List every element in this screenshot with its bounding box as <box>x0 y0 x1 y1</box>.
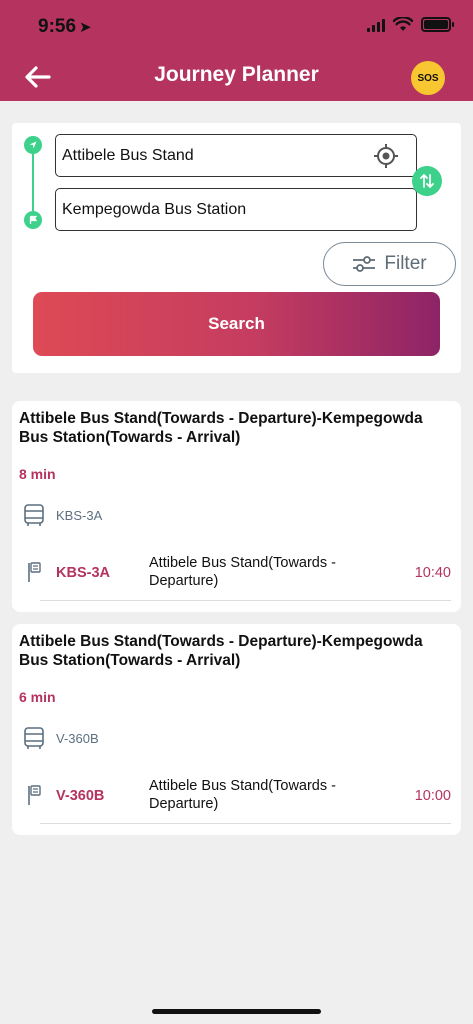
route-number-label: V-360B <box>56 731 99 746</box>
cellular-signal-icon <box>367 18 385 32</box>
search-button[interactable]: Search <box>33 292 440 356</box>
row-divider <box>40 600 451 601</box>
sliders-icon <box>353 256 376 272</box>
sos-button[interactable]: SOS <box>411 61 445 95</box>
journey-result-card[interactable]: Attibele Bus Stand(Towards - Departure)-… <box>12 401 461 612</box>
filter-button[interactable]: Filter <box>323 242 456 286</box>
wifi-icon <box>393 17 413 31</box>
swap-locations-button[interactable] <box>412 166 442 196</box>
swap-arrows-icon <box>420 174 434 188</box>
current-location-icon[interactable] <box>374 144 398 168</box>
destination-input-value: Kempegowda Bus Station <box>62 200 247 218</box>
row-divider <box>40 823 451 824</box>
boarding-stop: Attibele Bus Stand(Towards - Departure) <box>149 555 336 589</box>
origin-marker-icon <box>24 136 42 154</box>
bus-icon <box>24 504 44 526</box>
journey-result-card[interactable]: Attibele Bus Stand(Towards - Departure)-… <box>12 624 461 835</box>
bus-stop-icon <box>28 785 41 805</box>
origin-input-value: Attibele Bus Stand <box>62 146 194 164</box>
route-number: V-360B <box>56 788 105 804</box>
route-number: KBS-3A <box>56 565 110 581</box>
bus-stop-icon <box>28 562 41 582</box>
journey-title: Attibele Bus Stand(Towards - Departure)-… <box>19 633 423 669</box>
home-indicator[interactable] <box>152 1009 321 1014</box>
destination-input[interactable]: Kempegowda Bus Station <box>55 188 417 231</box>
journey-title: Attibele Bus Stand(Towards - Departure)-… <box>19 410 423 446</box>
origin-input[interactable]: Attibele Bus Stand <box>55 134 417 177</box>
app-header: 9:56 ➤ Journey Planner SOS <box>0 0 473 101</box>
journey-duration: 6 min <box>19 689 56 705</box>
bus-icon <box>24 727 44 749</box>
status-bar-icons <box>367 17 454 32</box>
departure-time: 10:00 <box>414 788 451 804</box>
status-bar-time: 9:56 ➤ <box>38 16 92 37</box>
boarding-stop: Attibele Bus Stand(Towards - Departure) <box>149 778 336 812</box>
location-arrow-icon: ➤ <box>79 19 92 36</box>
route-number-label: KBS-3A <box>56 508 103 523</box>
page-title: Journey Planner <box>154 63 319 86</box>
destination-flag-icon <box>24 211 42 229</box>
battery-icon <box>421 17 454 32</box>
journey-duration: 8 min <box>19 466 56 482</box>
route-connector-line <box>32 145 34 219</box>
filter-label: Filter <box>384 253 427 274</box>
departure-time: 10:40 <box>414 565 451 581</box>
